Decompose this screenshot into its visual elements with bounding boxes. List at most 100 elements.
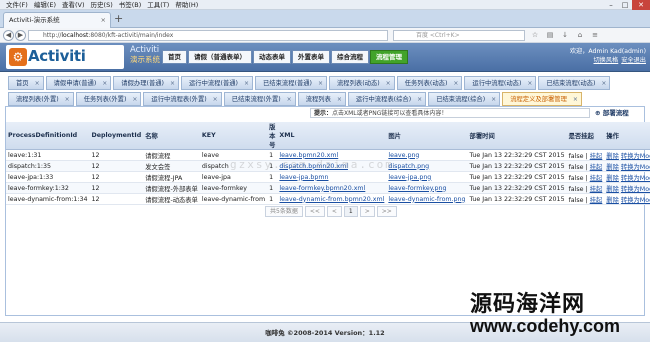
tab[interactable]: 流程定义及部署管理 × [502, 92, 582, 106]
tab[interactable]: 首页 × [8, 76, 44, 90]
close-tab-icon[interactable]: × [213, 93, 218, 106]
png-link[interactable]: dispatch.png [388, 163, 429, 170]
column-header: DeploymentId [89, 122, 144, 150]
suspend-link[interactable]: 挂起 [590, 153, 603, 160]
close-tab-icon[interactable]: × [601, 77, 606, 90]
browser-search-input[interactable]: 百度 <Ctrl+K> [393, 30, 525, 41]
tab[interactable]: 任务列表(外置) × [75, 92, 142, 106]
nav-item[interactable]: 动态表单 [253, 50, 291, 64]
delete-link[interactable]: 删除 [606, 175, 619, 182]
menu-item[interactable]: 工具(T) [144, 0, 172, 9]
next-page-button[interactable]: > [359, 206, 375, 217]
home-icon[interactable]: ⌂ [575, 30, 585, 40]
suspend-link[interactable]: 挂起 [590, 164, 603, 171]
close-tab-icon[interactable]: × [65, 93, 70, 106]
xml-link[interactable]: leave-jpa.bpmn [279, 174, 328, 181]
tab[interactable]: 已结束流程(普通) × [255, 76, 327, 90]
url-input[interactable]: http://localhost:8080/kft-activiti/main/… [28, 30, 388, 41]
close-tab-icon[interactable]: × [573, 93, 578, 106]
close-tab-icon[interactable]: × [417, 93, 422, 106]
menu-item[interactable]: 帮助(H) [172, 0, 201, 9]
definition-id-cell: leave-jpa:1:33 [6, 171, 90, 183]
close-tab-icon[interactable]: × [102, 77, 107, 90]
convert-model-link[interactable]: 转换为Model [621, 197, 650, 204]
delete-link[interactable]: 删除 [606, 186, 619, 193]
png-link[interactable]: leave-jpa.png [388, 174, 431, 181]
close-tab-icon[interactable]: × [527, 77, 532, 90]
key-cell: leave-formkey [199, 182, 268, 194]
suspend-link[interactable]: 挂起 [590, 197, 603, 204]
convert-model-link[interactable]: 转换为Model [621, 175, 650, 182]
delete-link[interactable]: 删除 [606, 197, 619, 204]
url-prefix: http:// [43, 32, 62, 39]
close-icon[interactable]: ✕ [632, 0, 650, 10]
tab[interactable]: 请假申请(普通) × [45, 76, 112, 90]
close-tab-icon[interactable]: × [244, 77, 249, 90]
browser-tab[interactable]: Activiti-演示系统 × [3, 12, 111, 28]
browser-tab-title: Activiti-演示系统 [9, 16, 60, 24]
nav-item[interactable]: 外置表单 [292, 50, 330, 64]
tab[interactable]: 运行中流程表(综合) × [347, 92, 427, 106]
maximize-icon[interactable]: □ [618, 0, 632, 10]
suspend-link[interactable]: 挂起 [590, 175, 603, 182]
last-page-button[interactable]: >> [376, 206, 397, 217]
menu-item[interactable]: 文件(F) [3, 0, 31, 9]
deploy-time-cell: Tue Jan 13 22:32:29 CST 2015 [467, 171, 567, 183]
logout-link[interactable]: 安全退出 [621, 57, 646, 64]
close-tab-icon[interactable]: × [491, 93, 496, 106]
tab[interactable]: 流程列表(外置) × [8, 92, 74, 106]
tab[interactable]: 已结束流程(综合) × [428, 92, 501, 106]
close-tab-icon[interactable]: × [35, 77, 40, 90]
close-tab-icon[interactable]: × [386, 77, 391, 90]
tab[interactable]: 运行中流程(普通) × [181, 76, 253, 90]
menu-item[interactable]: 书签(B) [116, 0, 145, 9]
menu-item[interactable]: 历史(S) [88, 0, 116, 9]
deploy-time-cell: Tue Jan 13 22:32:29 CST 2015 [467, 193, 567, 205]
suspend-link[interactable]: 挂起 [590, 186, 603, 193]
tab[interactable]: 已结束流程(外置) × [223, 92, 296, 106]
close-tab-icon[interactable]: × [287, 93, 292, 106]
convert-model-link[interactable]: 转换为Model [621, 153, 650, 160]
close-tab-icon[interactable]: × [453, 77, 458, 90]
tab[interactable]: 流程列表(动态) × [329, 76, 395, 90]
png-link[interactable]: leave-formkey.png [388, 185, 446, 192]
back-icon[interactable]: ◀ [3, 30, 14, 41]
close-tab-icon[interactable]: × [170, 77, 175, 90]
nav-item[interactable]: 首页 [162, 50, 187, 64]
minimize-icon[interactable]: – [604, 0, 618, 10]
menu-item[interactable]: 编辑(E) [31, 0, 59, 9]
close-tab-icon[interactable]: × [337, 93, 342, 106]
menu-icon[interactable]: ≡ [590, 30, 600, 40]
delete-link[interactable]: 删除 [606, 164, 619, 171]
tab[interactable]: 已结束流程(动态) × [538, 76, 611, 90]
tab[interactable]: 请假办理(普通) × [113, 76, 179, 90]
tab[interactable]: 运行中流程(动态) × [464, 76, 537, 90]
switch-style-link[interactable]: 切换风格 [594, 57, 619, 64]
prev-page-button[interactable]: < [326, 206, 342, 217]
suspend-state: false [568, 196, 584, 204]
delete-link[interactable]: 删除 [606, 153, 619, 160]
convert-model-link[interactable]: 转换为Model [621, 164, 650, 171]
nav-item[interactable]: 综合流程 [331, 50, 369, 64]
png-link[interactable]: leave-dynamic-from.png [388, 196, 465, 203]
nav-item[interactable]: 请假（普通表单） [188, 50, 252, 64]
xml-link[interactable]: leave-dynamic-from.bpmn20.xml [279, 196, 384, 203]
tab[interactable]: 流程列表 × [297, 92, 346, 106]
close-tab-icon[interactable]: × [318, 77, 323, 90]
convert-model-link[interactable]: 转换为Model [621, 186, 650, 193]
xml-link[interactable]: leave-formkey.bpmn20.xml [279, 185, 365, 192]
star-icon[interactable]: ☆ [530, 30, 540, 40]
nav-item[interactable]: 流程管理 [370, 50, 408, 64]
close-tab-icon[interactable]: × [101, 13, 106, 28]
deploy-process-button[interactable]: ⊕ 部署流程 [595, 108, 629, 118]
tab[interactable]: 运行中流程表(外置) × [143, 92, 222, 106]
forward-icon[interactable]: ▶ [15, 30, 26, 41]
reader-icon[interactable]: ▤ [545, 30, 555, 40]
download-icon[interactable]: ↓ [560, 30, 570, 40]
new-tab-icon[interactable]: + [114, 12, 123, 26]
close-tab-icon[interactable]: × [132, 93, 137, 106]
tab[interactable]: 任务列表(动态) × [396, 76, 463, 90]
current-page[interactable]: 1 [343, 206, 358, 217]
menu-item[interactable]: 查看(V) [59, 0, 88, 9]
first-page-button[interactable]: << [304, 206, 325, 217]
